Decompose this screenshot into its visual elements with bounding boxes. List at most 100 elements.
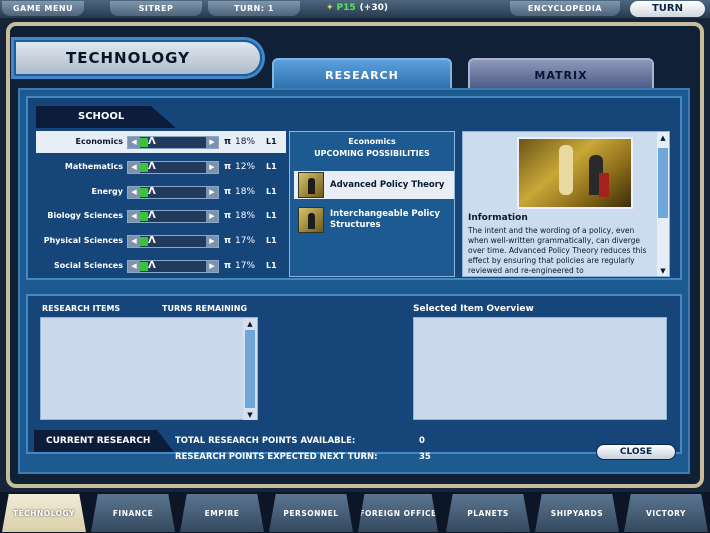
page-title: TECHNOLOGY	[14, 40, 262, 76]
decrease-arrow-icon[interactable]: ◀	[128, 162, 140, 173]
nav-tab-technology[interactable]: TECHNOLOGY	[2, 494, 86, 532]
scroll-down-icon[interactable]: ▼	[657, 266, 669, 276]
slider-fill	[140, 188, 148, 197]
allocation-slider[interactable]: ◀ Λ ▶	[127, 136, 219, 149]
nav-tab-empire[interactable]: EMPIRE	[180, 494, 264, 532]
slider-fill	[140, 138, 148, 147]
nav-tab-finance[interactable]: FINANCE	[91, 494, 175, 532]
increase-arrow-icon[interactable]: ▶	[206, 236, 218, 247]
rp-available-value: 0	[419, 436, 425, 446]
decrease-arrow-icon[interactable]: ◀	[128, 236, 140, 247]
school-row-energy[interactable]: Energy ◀ Λ ▶ π 18% L1	[36, 181, 286, 203]
slider-thumb[interactable]: Λ	[148, 210, 156, 222]
school-percent: 17%	[235, 236, 256, 246]
school-level: L1	[266, 236, 277, 245]
tech-thumbnail-icon	[298, 172, 324, 198]
close-button[interactable]: CLOSE	[596, 444, 676, 460]
school-level: L1	[266, 137, 277, 146]
school-level: L1	[266, 187, 277, 196]
tab-research[interactable]: RESEARCH	[272, 58, 452, 90]
increase-arrow-icon[interactable]: ▶	[206, 162, 218, 173]
sitrep-button[interactable]: SITREP	[110, 1, 202, 16]
research-items-scrollbar[interactable]: ▲ ▼	[243, 318, 257, 420]
tech-thumbnail-icon	[298, 207, 324, 233]
nav-tab-shipyards[interactable]: SHIPYARDS	[535, 494, 619, 532]
slider-thumb[interactable]: Λ	[148, 186, 156, 198]
school-row-biology-sciences[interactable]: Biology Sciences ◀ Λ ▶ π 18% L1	[36, 205, 286, 227]
turn-counter: TURN: 1	[208, 1, 300, 16]
school-level: L1	[266, 261, 277, 270]
increase-arrow-icon[interactable]: ▶	[206, 261, 218, 272]
tech-illustration	[517, 137, 633, 209]
slider-thumb[interactable]: Λ	[148, 136, 156, 148]
nav-tab-planets[interactable]: PLANETS	[446, 494, 530, 532]
slider-thumb[interactable]: Λ	[148, 260, 156, 272]
money-icon: ✦	[326, 3, 334, 13]
decrease-arrow-icon[interactable]: ◀	[128, 261, 140, 272]
possibility-label: Interchangeable Policy Structures	[330, 209, 440, 230]
increase-arrow-icon[interactable]: ▶	[206, 137, 218, 148]
school-percent: 18%	[235, 211, 256, 221]
research-items-header: RESEARCH ITEMS	[42, 304, 121, 313]
overview-box	[413, 317, 667, 420]
possibilities-subtitle: UPCOMING POSSIBILITIES	[314, 149, 430, 158]
slider-fill	[140, 212, 148, 221]
decrease-arrow-icon[interactable]: ◀	[128, 187, 140, 198]
slider-thumb[interactable]: Λ	[148, 235, 156, 247]
school-label: Economics	[75, 137, 123, 146]
school-level: L1	[266, 162, 277, 171]
allocation-slider[interactable]: ◀ Λ ▶	[127, 161, 219, 174]
research-icon: π	[224, 261, 232, 271]
possibility-item[interactable]: Advanced Policy Theory	[294, 171, 454, 199]
school-percent: 18%	[235, 137, 256, 147]
school-row-social-sciences[interactable]: Social Sciences ◀ Λ ▶ π 17% L1	[36, 255, 286, 277]
school-row-mathematics[interactable]: Mathematics ◀ Λ ▶ π 12% L1	[36, 156, 286, 178]
nav-tab-personnel[interactable]: PERSONNEL	[269, 494, 353, 532]
research-items-list[interactable]	[40, 317, 258, 420]
increase-arrow-icon[interactable]: ▶	[206, 211, 218, 222]
decrease-arrow-icon[interactable]: ◀	[128, 211, 140, 222]
end-turn-button[interactable]: TURN	[630, 1, 705, 17]
rp-available-label: TOTAL RESEARCH POINTS AVAILABLE:	[175, 436, 356, 446]
scroll-up-icon[interactable]: ▲	[244, 319, 256, 329]
game-menu-button[interactable]: GAME MENU	[2, 1, 84, 16]
scroll-thumb[interactable]	[658, 148, 668, 218]
school-row-physical-sciences[interactable]: Physical Sciences ◀ Λ ▶ π 17% L1	[36, 230, 286, 252]
scroll-up-icon[interactable]: ▲	[657, 133, 669, 143]
research-icon: π	[224, 162, 232, 172]
research-icon: π	[224, 137, 232, 147]
slider-fill	[140, 237, 148, 246]
encyclopedia-button[interactable]: ENCYCLOPEDIA	[510, 1, 620, 16]
increase-arrow-icon[interactable]: ▶	[206, 187, 218, 198]
possibility-item[interactable]: Interchangeable Policy Structures	[294, 206, 454, 234]
allocation-slider[interactable]: ◀ Λ ▶	[127, 260, 219, 273]
scroll-thumb[interactable]	[245, 330, 255, 408]
slider-thumb[interactable]: Λ	[148, 161, 156, 173]
turns-remaining-header: TURNS REMAINING	[162, 304, 248, 313]
current-research-header: CURRENT RESEARCH	[34, 430, 174, 452]
school-percent: 17%	[235, 261, 256, 271]
possibilities-school: Economics	[348, 137, 396, 146]
allocation-slider[interactable]: ◀ Λ ▶	[127, 210, 219, 223]
school-row-economics[interactable]: Economics ◀ Λ ▶ π 18% L1	[36, 131, 286, 153]
allocation-slider[interactable]: ◀ Λ ▶	[127, 186, 219, 199]
school-percent: 12%	[235, 162, 256, 172]
school-label: Social Sciences	[54, 261, 123, 270]
school-label: Biology Sciences	[47, 211, 123, 220]
nav-tab-foreign-office[interactable]: FOREIGN OFFICE	[358, 494, 438, 532]
possibilities-heading: Economics UPCOMING POSSIBILITIES	[289, 136, 455, 160]
possibility-label: Advanced Policy Theory	[330, 179, 445, 190]
decrease-arrow-icon[interactable]: ◀	[128, 137, 140, 148]
overview-title: Selected Item Overview	[413, 304, 534, 314]
info-text: The intent and the wording of a policy, …	[468, 226, 647, 275]
school-label: Mathematics	[64, 162, 123, 171]
allocation-slider[interactable]: ◀ Λ ▶	[127, 235, 219, 248]
info-scrollbar[interactable]: ▲ ▼	[657, 132, 669, 276]
school-label: Energy	[91, 187, 123, 196]
scroll-down-icon[interactable]: ▼	[244, 410, 256, 420]
nav-tab-victory[interactable]: VICTORY	[624, 494, 708, 532]
tab-matrix[interactable]: MATRIX	[468, 58, 654, 90]
money-delta: (+30)	[359, 3, 388, 13]
slider-fill	[140, 163, 148, 172]
school-level: L1	[266, 211, 277, 220]
